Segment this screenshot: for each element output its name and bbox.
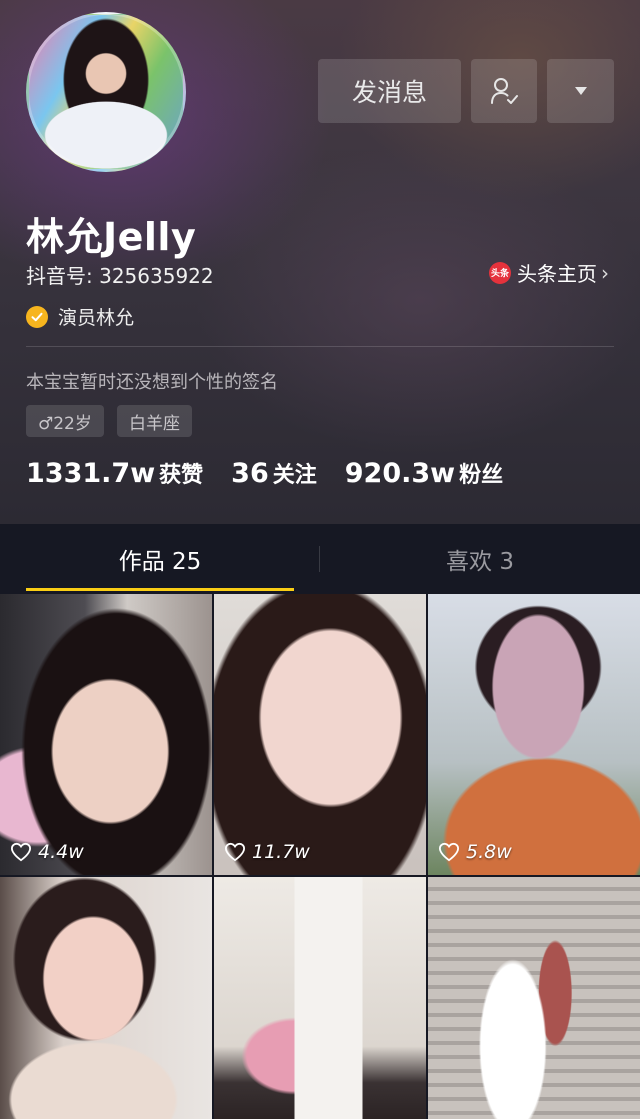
profile-name: 林允Jelly [26,215,197,259]
douyin-id: 抖音号: 325635922 [26,264,214,288]
active-tab-indicator [26,588,294,591]
video-thumbnail[interactable]: 11.7w [214,594,426,875]
video-grid: 4.4w 11.7w 5.8w [0,594,640,1119]
caret-down-icon [574,87,587,95]
likes-stat[interactable]: 1331.7w 获赞 [26,457,203,489]
following-stat[interactable]: 36 关注 [231,457,317,489]
toutiao-link-label: 头条主页 [517,262,597,286]
profile-stats: 1331.7w 获赞 36 关注 920.3w 粉丝 [26,457,531,489]
video-like-count: 5.8w [438,841,512,863]
zodiac-tag: 白羊座 [117,405,192,437]
fans-stat[interactable]: 920.3w 粉丝 [345,457,503,489]
heart-icon [224,842,246,862]
likes-label: 获赞 [159,463,204,488]
verified-badge: 演员林允 [26,303,134,330]
age-tag: ♂22岁 [26,405,104,437]
chevron-right-icon: › [601,260,609,285]
following-count: 36 [231,458,269,489]
fans-count: 920.3w [344,458,456,489]
like-count-text: 11.7w [252,841,310,863]
follow-user-button[interactable] [471,59,537,123]
video-thumbnail[interactable] [214,877,426,1119]
send-message-label: 发消息 [351,78,427,107]
verified-check-icon [26,305,48,328]
profile-header: 发消息 林允Jelly 抖音号: 325635922 头条 头条主页 › 演员林… [0,0,640,524]
likes-count: 1331.7w [26,458,156,489]
tab-likes[interactable]: 喜欢 3 [320,524,640,594]
verified-title: 演员林允 [58,307,135,329]
toutiao-icon: 头条 [489,261,511,284]
heart-icon [438,842,460,862]
video-thumbnail[interactable]: 5.8w [428,594,640,875]
bio-text: 本宝宝暂时还没想到个性的签名 [26,372,278,393]
video-like-count: 4.4w [10,841,84,863]
like-count-text: 4.4w [38,841,84,863]
toutiao-homepage-link[interactable]: 头条 头条主页 › [489,258,609,287]
fans-label: 粉丝 [459,463,504,488]
tab-works[interactable]: 作品 25 [0,524,320,594]
following-label: 关注 [272,463,317,488]
like-count-text: 5.8w [466,841,512,863]
video-like-count: 11.7w [224,841,310,863]
video-thumbnail[interactable] [428,877,640,1119]
user-check-icon [491,78,518,104]
heart-icon [10,842,32,862]
avatar[interactable] [26,12,186,172]
video-thumbnail[interactable] [0,877,212,1119]
more-dropdown-button[interactable] [547,59,614,123]
profile-tabs: 作品 25 喜欢 3 [0,524,640,594]
divider [26,346,614,347]
video-thumbnail[interactable]: 4.4w [0,594,212,875]
send-message-button[interactable]: 发消息 [318,59,461,123]
